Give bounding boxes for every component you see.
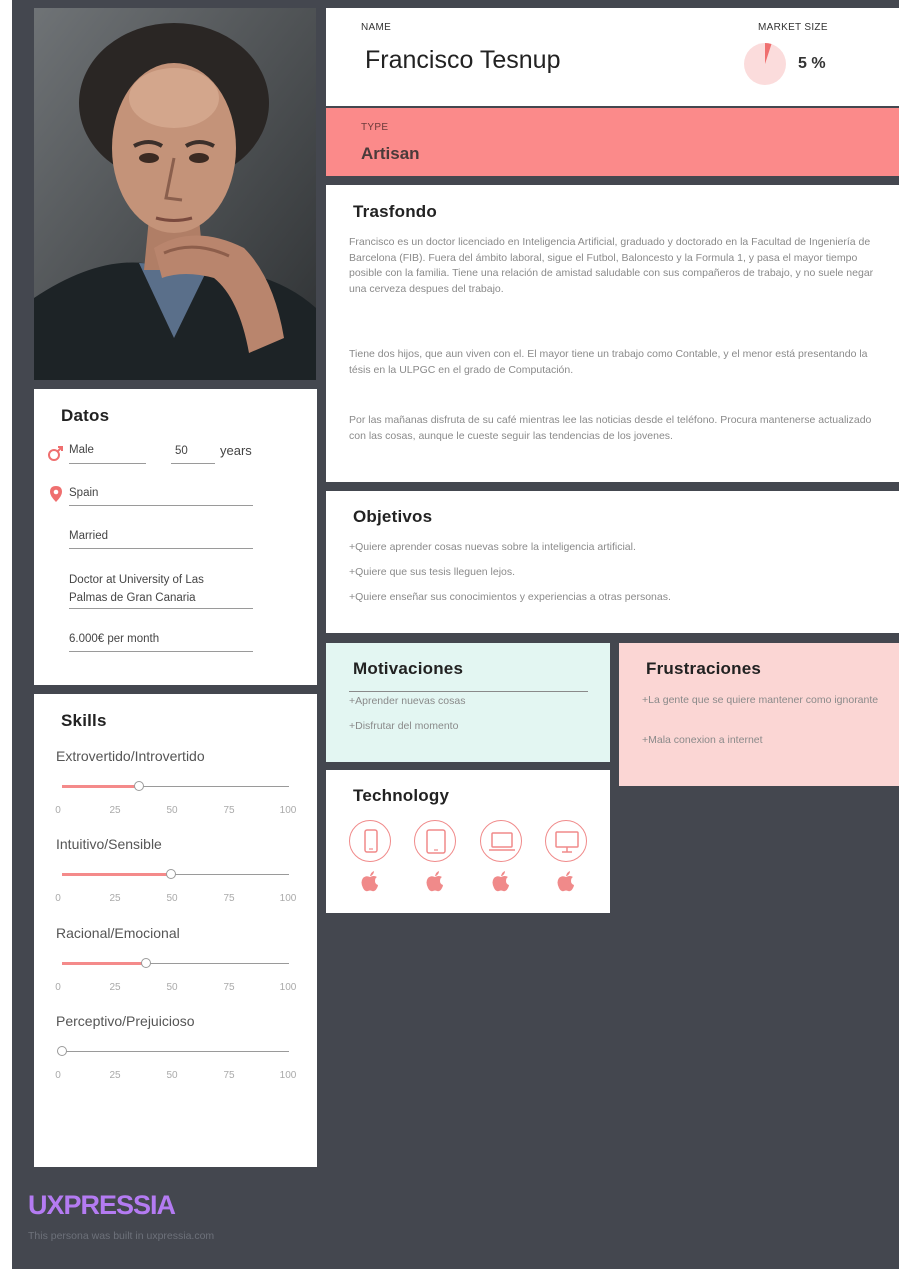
frustration-item: +Mala conexion a internet (642, 734, 763, 746)
skill-tick-label: 25 (109, 805, 121, 816)
skill-slider-thumb[interactable] (57, 1046, 67, 1056)
frustration-item: +La gente que se quiere mantener como ig… (642, 694, 879, 706)
motivation-item: +Aprender nuevas cosas (349, 695, 466, 707)
skill-tick-label: 0 (55, 893, 61, 904)
skills-card: Skills Extrovertido/Introvertido 0 25 50 75 1… (34, 694, 317, 1167)
skill-tick-label: 25 (109, 982, 121, 993)
persona-photo (34, 8, 316, 380)
skill-tick-label: 50 (166, 982, 178, 993)
country-underline (69, 505, 253, 506)
frustrations-title: Frustraciones (646, 659, 762, 678)
goals-card: Objetivos +Quiere aprender cosas nuevas … (326, 491, 899, 633)
age-unit: years (220, 443, 252, 458)
motivations-title: Motivaciones (353, 659, 464, 678)
gender-underline (69, 463, 146, 464)
skill-tick-label: 100 (279, 1070, 297, 1081)
skill-tick-label: 0 (55, 1070, 61, 1081)
tablet-icon (414, 820, 456, 862)
market-size-label: MARKET SIZE (758, 22, 828, 33)
skill-tick-label: 50 (166, 805, 178, 816)
technology-card: Technology (326, 770, 610, 913)
type-label: TYPE (361, 122, 389, 133)
skill-slider-track[interactable] (62, 1051, 289, 1052)
type-card: TYPE Artisan (326, 108, 899, 176)
goal-item: +Quiere que sus tesis lleguen lejos. (349, 566, 516, 578)
footer-note: This persona was built in uxpressia.com (28, 1230, 215, 1242)
background-paragraph-1: Francisco es un doctor licenciado en Int… (349, 236, 874, 295)
apple-icon (361, 871, 378, 892)
apple-icon (492, 871, 509, 892)
background-paragraph-3: Por las mañanas disfruta de su café mien… (349, 414, 872, 442)
job-underline (69, 608, 253, 609)
market-size-value: 5 % (798, 55, 826, 72)
skill-slider-thumb[interactable] (134, 781, 145, 791)
skill-label: Extrovertido/Introvertido (56, 748, 205, 764)
persona-name: Francisco Tesnup (365, 46, 561, 74)
skill-tick-label: 50 (166, 1070, 178, 1081)
frustrations-card: Frustraciones +La gente que se quiere ma… (619, 643, 899, 786)
desktop-icon (545, 820, 587, 862)
type-value: Artisan (361, 144, 420, 163)
goals-title: Objetivos (353, 507, 433, 526)
country-field[interactable]: Spain (69, 487, 98, 499)
skill-slider-fill (62, 873, 171, 876)
gender-field[interactable]: Male (69, 444, 94, 456)
background-title: Trasfondo (353, 202, 437, 221)
skill-label: Intuitivo/Sensible (56, 836, 162, 852)
background-card: Trasfondo Francisco es un doctor licenci… (326, 185, 899, 482)
smartphone-icon (349, 820, 391, 862)
name-card: NAME Francisco Tesnup MARKET SIZE 5 % (326, 8, 899, 106)
apple-icon (426, 871, 443, 892)
skill-tick-label: 50 (166, 893, 178, 904)
status-underline (69, 548, 253, 549)
brand-logo: UXPRESSIA (28, 1190, 176, 1220)
motivations-card: Motivaciones +Aprender nuevas cosas +Dis… (326, 643, 610, 762)
skill-tick-label: 25 (109, 893, 121, 904)
name-label: NAME (361, 22, 392, 33)
skill-tick-label: 25 (109, 1070, 121, 1081)
skill-slider-fill (62, 962, 146, 965)
skill-tick-label: 75 (223, 805, 235, 816)
age-underline (171, 463, 215, 464)
skill-tick-label: 0 (55, 805, 61, 816)
datos-card: Datos Male 50 years Spain Married Doctor… (34, 389, 317, 685)
skill-tick-label: 100 (279, 893, 297, 904)
skill-tick-label: 0 (55, 982, 61, 993)
skill-slider-thumb[interactable] (165, 869, 176, 879)
skill-slider-fill (62, 785, 140, 788)
skills-title: Skills (61, 711, 107, 730)
skill-slider-thumb[interactable] (140, 958, 151, 968)
market-size-pie (744, 43, 786, 85)
motivations-divider (349, 691, 588, 692)
skill-tick-label: 100 (279, 805, 297, 816)
skill-label: Perceptivo/Prejuicioso (56, 1013, 195, 1029)
skill-tick-label: 75 (223, 1070, 235, 1081)
motivation-item: +Disfrutar del momento (349, 720, 459, 732)
datos-title: Datos (61, 406, 110, 425)
persona-page: NAME Francisco Tesnup MARKET SIZE 5 % TY… (0, 0, 899, 1269)
skill-label: Racional/Emocional (56, 925, 180, 941)
background-paragraph-2: Tiene dos hijos, que aun viven con el. E… (349, 348, 868, 376)
goal-item: +Quiere aprender cosas nuevas sobre la i… (349, 541, 636, 553)
status-field[interactable]: Married (69, 530, 108, 542)
technology-title: Technology (353, 786, 450, 805)
male-icon (48, 446, 63, 461)
skill-tick-label: 75 (223, 893, 235, 904)
job-field[interactable]: Doctor at University of Las Palmas de Gr… (69, 571, 239, 607)
skill-tick-label: 75 (223, 982, 235, 993)
age-field[interactable]: 50 (175, 445, 188, 457)
goal-item: +Quiere enseñar sus conocimientos y expe… (349, 591, 671, 603)
location-pin-icon (50, 486, 62, 502)
income-underline (69, 651, 253, 652)
laptop-icon (480, 820, 522, 862)
skill-tick-label: 100 (279, 982, 297, 993)
apple-icon (557, 871, 574, 892)
income-field[interactable]: 6.000€ per month (69, 633, 159, 645)
